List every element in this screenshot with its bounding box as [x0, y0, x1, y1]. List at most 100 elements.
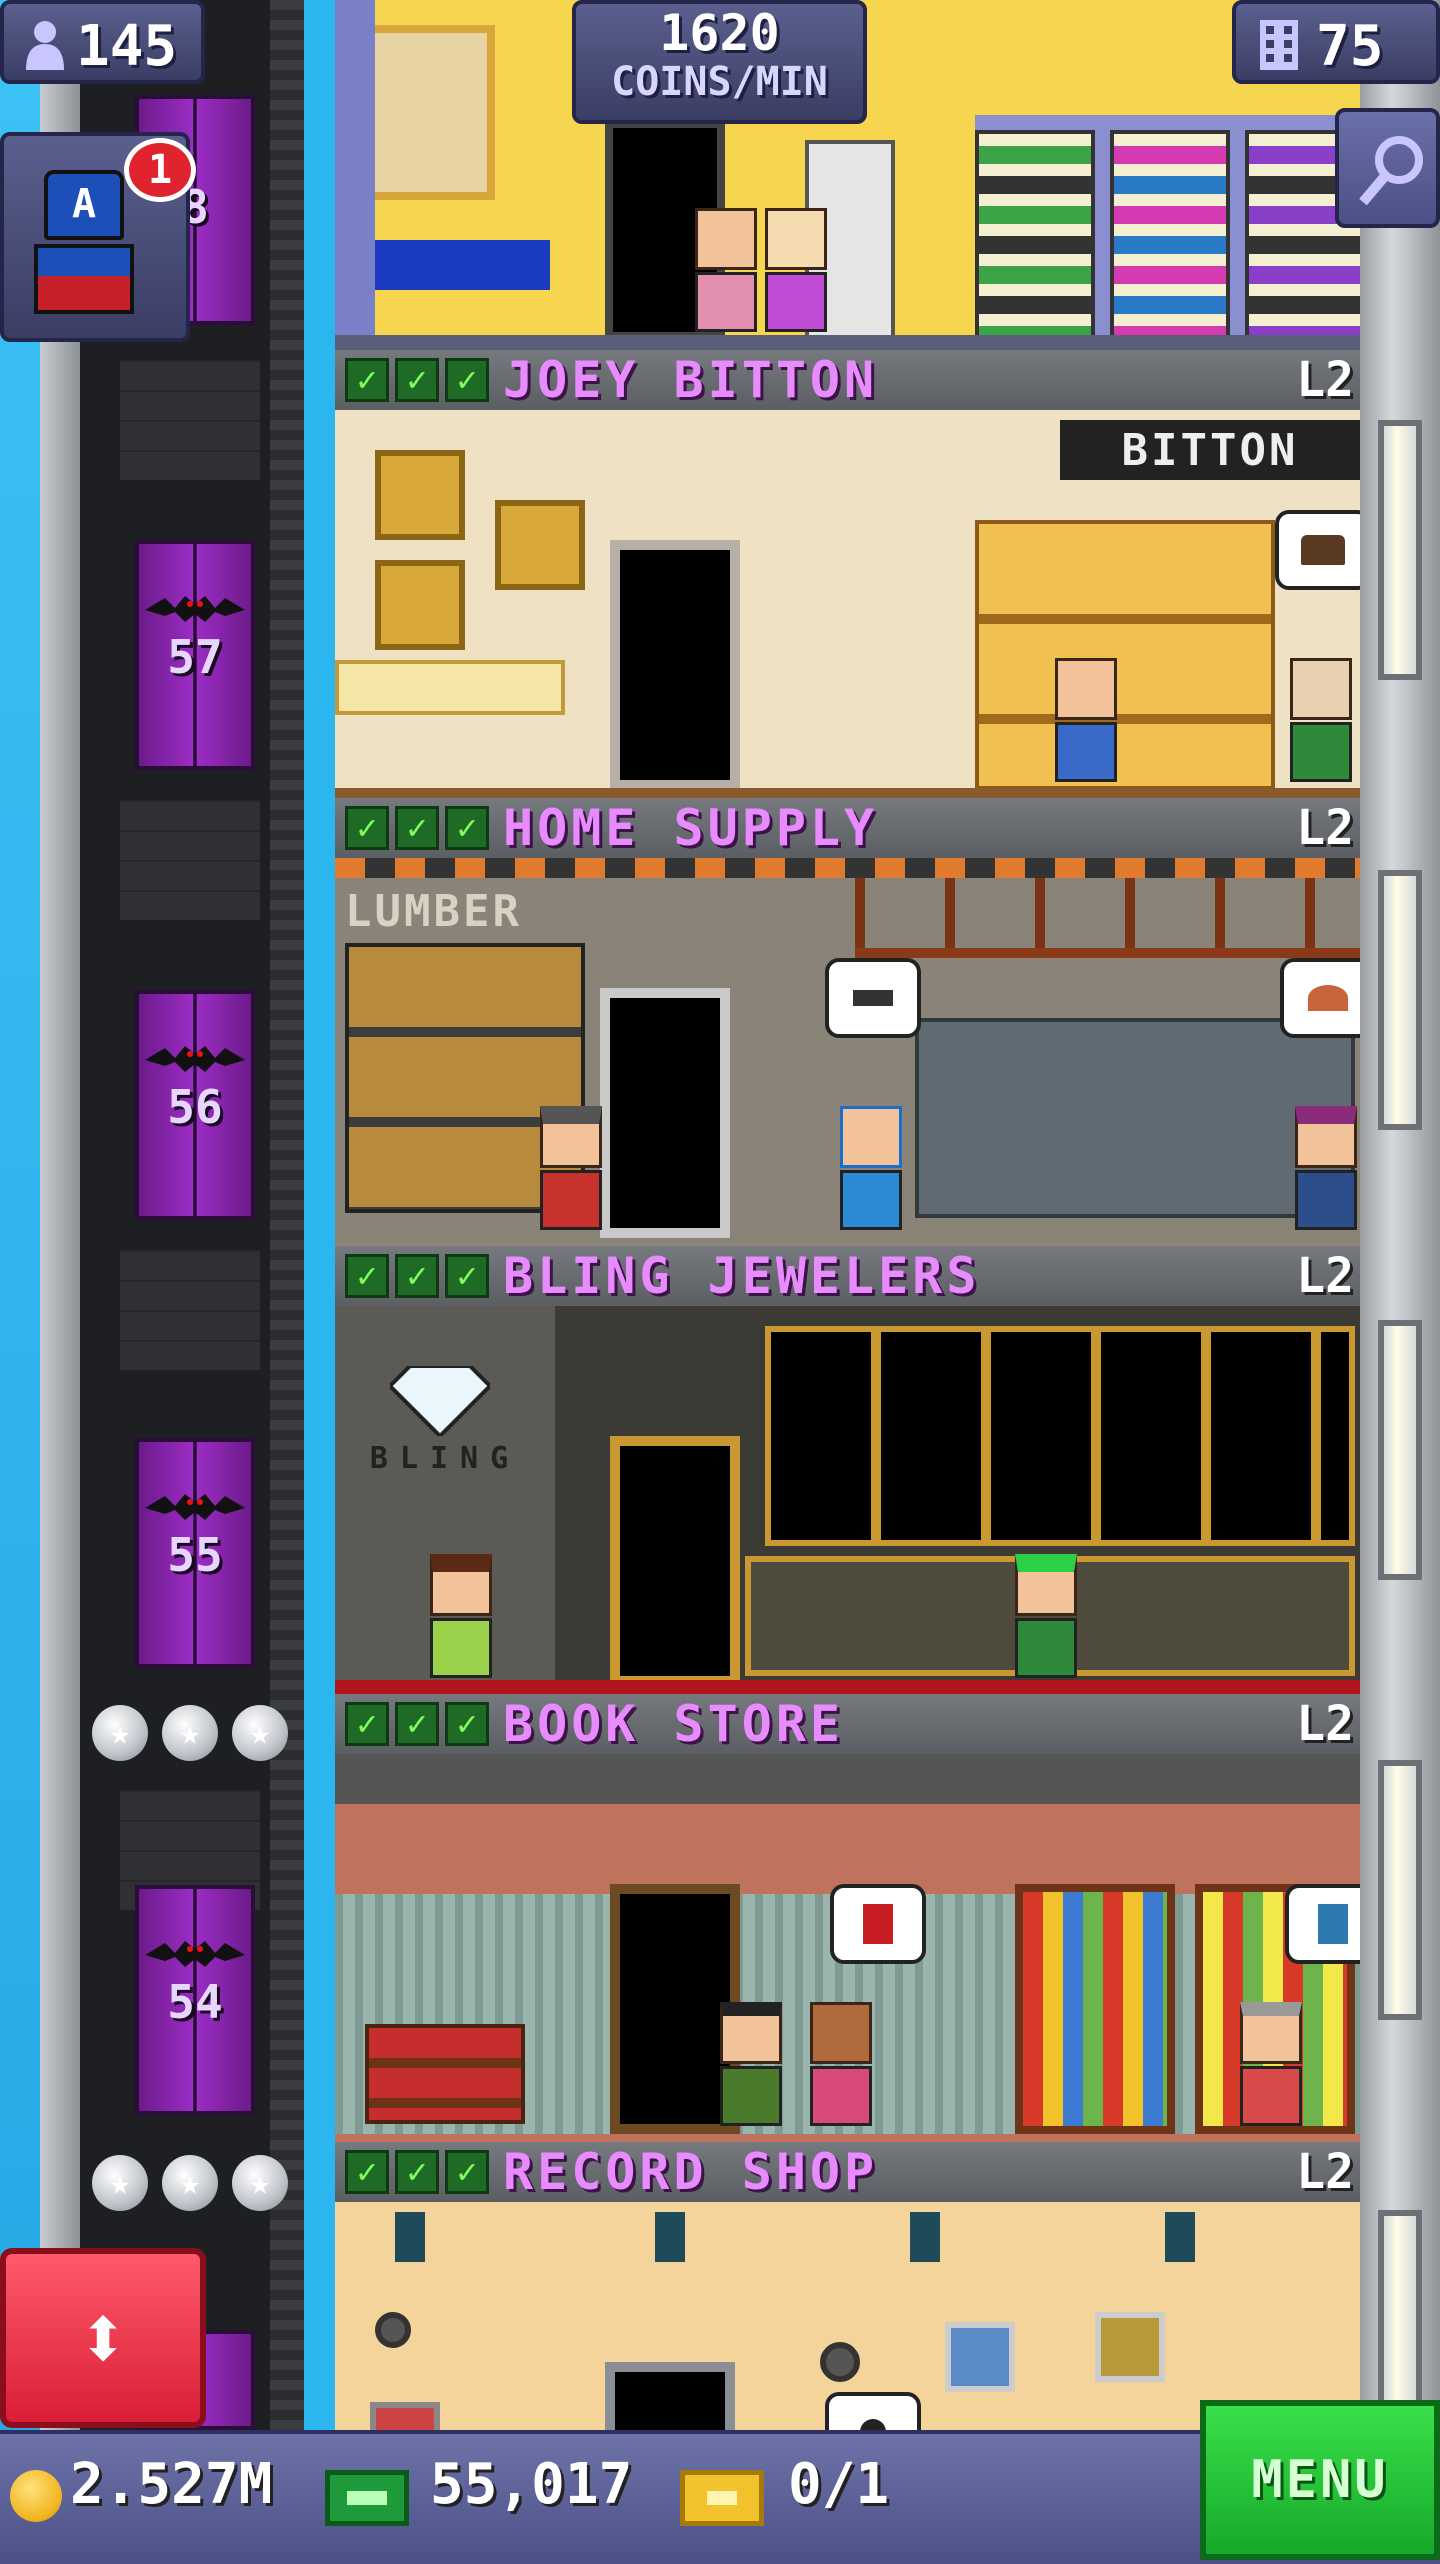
- floor-name: JOEY BITTON: [503, 351, 879, 409]
- store-sign: BITTON: [1060, 420, 1360, 480]
- floor-room[interactable]: LUMBER: [335, 858, 1360, 1246]
- speech-bubble[interactable]: [1285, 1884, 1360, 1964]
- bitizen[interactable]: [430, 1554, 492, 1684]
- floor-header: ✓ ✓ ✓ RECORD SHOP L2: [335, 2142, 1360, 2202]
- bat-icon: [145, 1941, 245, 1967]
- bitizen[interactable]: [1290, 658, 1352, 788]
- picture-frame: [495, 500, 585, 590]
- floor-level: L2: [1296, 1248, 1354, 1304]
- ticket-icon: [680, 2470, 764, 2526]
- floor-book-store[interactable]: ✓ ✓ ✓ BOOK STORE L2: [335, 1694, 1360, 2142]
- floor-checks: ✓ ✓ ✓: [345, 358, 489, 402]
- bitizen[interactable]: [810, 2002, 872, 2132]
- floor-joey-bitton[interactable]: ✓ ✓ ✓ JOEY BITTON L2 BITTON: [335, 350, 1360, 798]
- search-button[interactable]: [1335, 108, 1440, 228]
- elevator-updown-icon: ⬍: [75, 2285, 131, 2391]
- bitizen[interactable]: [1055, 658, 1117, 788]
- search-icon: [1359, 136, 1423, 206]
- floor-room[interactable]: [335, 2202, 1360, 2430]
- bat-icon: [145, 1494, 245, 1520]
- floor-bling-jewelers[interactable]: ✓ ✓ ✓ BLING JEWELERS L2 BLING: [335, 1246, 1360, 1694]
- floor-level: L2: [1296, 1696, 1354, 1752]
- population-value: 145: [76, 14, 178, 79]
- checkmark-icon: ✓: [345, 806, 389, 850]
- spotlight: [655, 2212, 685, 2262]
- speech-bubble[interactable]: [1275, 510, 1360, 590]
- menu-button[interactable]: MENU: [1200, 2400, 1440, 2560]
- coins-value[interactable]: 2.527M: [70, 2452, 272, 2517]
- elevator-floor-number: 54: [167, 1975, 223, 2029]
- speech-bubble[interactable]: [825, 2392, 921, 2430]
- picture-frame: [375, 560, 465, 650]
- floor-ledge: [335, 335, 1360, 350]
- tickets-value[interactable]: 0/1: [788, 2452, 889, 2517]
- left-pillar: [40, 0, 80, 2430]
- person-icon: [26, 21, 64, 70]
- bitizen[interactable]: [840, 1106, 902, 1236]
- bitizen[interactable]: [1295, 1106, 1357, 1236]
- bitizen[interactable]: [720, 2002, 782, 2132]
- checkmark-icon: ✓: [345, 1254, 389, 1298]
- wall: [335, 0, 595, 340]
- bookshelf: [1015, 1884, 1175, 2134]
- picture-frame: [375, 450, 465, 540]
- population-counter[interactable]: 145: [0, 0, 205, 84]
- coin-icon: [10, 2470, 62, 2522]
- tool-counter: [915, 1018, 1355, 1218]
- floors-value: 75: [1316, 14, 1384, 79]
- checkmark-icon: ✓: [445, 2150, 489, 2194]
- window: [1378, 1320, 1422, 1580]
- notification-badge: 1: [124, 138, 196, 202]
- elevator-floor-number: 55: [167, 1528, 223, 1582]
- elevator-floor-number: 56: [167, 1080, 223, 1134]
- shaft-wall: [120, 800, 260, 920]
- door: [605, 2362, 735, 2430]
- checkmark-icon: ✓: [445, 806, 489, 850]
- checkmark-icon: ✓: [445, 1702, 489, 1746]
- floor-header: ✓ ✓ ✓ BLING JEWELERS L2: [335, 1246, 1360, 1306]
- album-cover: [1095, 2312, 1165, 2382]
- elevator-updown-button[interactable]: ⬍: [0, 2248, 206, 2428]
- window: [1378, 1760, 1422, 2020]
- checkmark-icon: ✓: [345, 358, 389, 402]
- floor-room[interactable]: BITTON: [335, 410, 1360, 798]
- checkmark-icon: ✓: [395, 1702, 439, 1746]
- star-icon: ★: [232, 2155, 288, 2211]
- bux-value[interactable]: 55,017: [430, 2452, 632, 2517]
- vip-notification-button[interactable]: A 1: [0, 132, 196, 342]
- jewelry-cabinet: [765, 1326, 1355, 1546]
- star-icon: ★: [92, 1705, 148, 1761]
- bitizen[interactable]: [1015, 1554, 1077, 1684]
- floor-record-shop[interactable]: ✓ ✓ ✓ RECORD SHOP L2: [335, 2142, 1360, 2430]
- door: [610, 1436, 740, 1686]
- bat-icon: [145, 1046, 245, 1072]
- checkmark-icon: ✓: [445, 358, 489, 402]
- floor-home-supply[interactable]: ✓ ✓ ✓ HOME SUPPLY L2 LUMBER: [335, 798, 1360, 1246]
- checkmark-icon: ✓: [395, 358, 439, 402]
- floor-checks: ✓ ✓ ✓: [345, 2150, 489, 2194]
- handbag-shelf: [975, 520, 1275, 790]
- album-cover: [370, 2402, 440, 2430]
- checkmark-icon: ✓: [395, 806, 439, 850]
- floor-level: L2: [1296, 352, 1354, 408]
- speech-bubble[interactable]: [825, 958, 921, 1038]
- sky: [0, 0, 40, 2430]
- bitizen[interactable]: [695, 208, 757, 338]
- speech-bubble[interactable]: [830, 1884, 926, 1964]
- bitizen[interactable]: [1240, 2002, 1302, 2132]
- floor-room[interactable]: BLING: [335, 1306, 1360, 1694]
- floor-room[interactable]: [335, 1754, 1360, 2142]
- elevator-floor-number: 57: [167, 630, 223, 684]
- spotlight: [910, 2212, 940, 2262]
- floor-header: ✓ ✓ ✓ BOOK STORE L2: [335, 1694, 1360, 1754]
- bitizen[interactable]: [540, 1106, 602, 1236]
- checkmark-icon: ✓: [395, 2150, 439, 2194]
- speech-bubble[interactable]: [1280, 958, 1360, 1038]
- avatar: A: [34, 170, 134, 320]
- bitizen[interactable]: [765, 208, 827, 338]
- diamond-icon: [390, 1366, 490, 1436]
- window: [1378, 870, 1422, 1130]
- floor-header: ✓ ✓ ✓ HOME SUPPLY L2: [335, 798, 1360, 858]
- door: [600, 988, 730, 1238]
- floors-counter[interactable]: 75: [1232, 0, 1440, 84]
